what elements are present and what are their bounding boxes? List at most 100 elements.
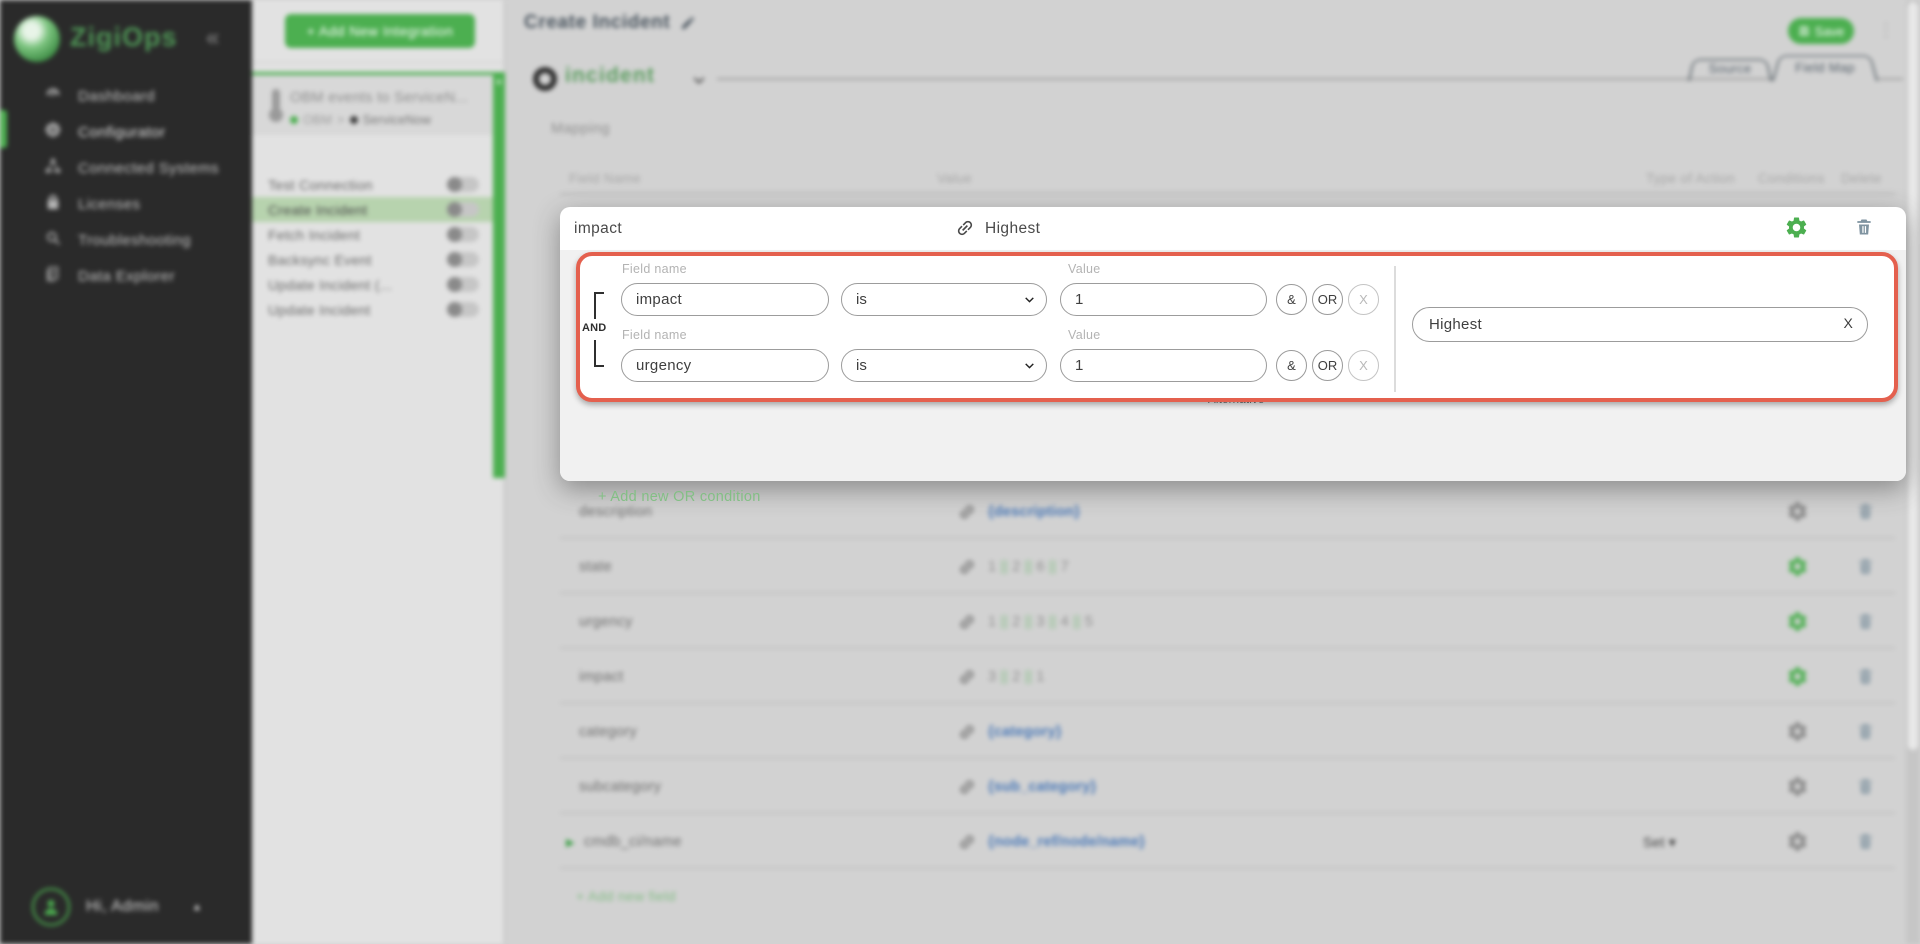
conditions-gear-icon[interactable]	[1786, 775, 1809, 798]
action-label: Fetch Incident	[268, 227, 360, 243]
action-item-test-connection[interactable]: Test Connection	[252, 172, 493, 197]
logo-text: ZigiOps	[70, 22, 178, 53]
licenses-icon	[44, 193, 62, 215]
caret-up-icon[interactable]: ▲	[192, 902, 202, 913]
action-label: Create Incident	[268, 202, 367, 218]
and-condition-button[interactable]: &	[1276, 350, 1307, 381]
mapping-row-cmdb-ci-name[interactable]: ▶cmdb_ci/name{node_ref/node/name}Set ▾	[560, 820, 1895, 875]
conditions-gear-icon[interactable]	[1784, 215, 1809, 240]
add-new-integration-button[interactable]: + Add New Integration	[285, 14, 475, 48]
action-item-backsync-event[interactable]: Backsync Event	[252, 247, 493, 272]
conditions-gear-icon[interactable]	[1786, 720, 1809, 743]
link-icon	[951, 214, 979, 242]
operator-select[interactable]: is	[841, 283, 1047, 316]
tab-field-map-label[interactable]: Field Map	[1772, 60, 1878, 75]
sidebar-item-troubleshooting[interactable]: Troubleshooting	[0, 222, 252, 258]
mapping-row-subcategory[interactable]: subcategory{sub_category}	[560, 765, 1895, 820]
tab-source-label[interactable]: Source	[1688, 61, 1772, 76]
user-row[interactable]: Hi, Admin ▲	[0, 888, 252, 930]
sidebar-item-data-explorer[interactable]: Data Explorer	[0, 258, 252, 294]
condition-result-input[interactable]	[1412, 307, 1868, 342]
conditions-gear-icon[interactable]	[1786, 610, 1809, 633]
edit-pencil-icon[interactable]	[680, 15, 696, 31]
operator-select-wrap: is	[841, 283, 1047, 316]
scrollbar-thumb[interactable]	[1908, 2, 1918, 750]
link-icon	[954, 499, 979, 524]
conditions-gear-icon[interactable]	[1786, 500, 1809, 523]
clear-value-button[interactable]: X	[1843, 315, 1853, 331]
and-condition-button[interactable]: &	[1276, 284, 1307, 315]
mapping-row-urgency[interactable]: urgency1||2||3||4||5	[560, 600, 1895, 655]
integrations-panel: + Add New Integration OBM events to Serv…	[252, 0, 505, 944]
sidebar-item-label: Data Explorer	[78, 268, 175, 285]
conditions-gear-icon[interactable]	[1786, 665, 1809, 688]
expand-caret-icon[interactable]: ▶	[566, 836, 575, 849]
or-condition-button[interactable]: OR	[1312, 284, 1343, 315]
condition-value-wrap: X	[1412, 307, 1868, 342]
sidebar-item-connected-systems[interactable]: Connected Systems	[0, 150, 252, 186]
chevron-down-icon[interactable]	[691, 72, 707, 88]
action-toggle[interactable]	[447, 202, 479, 217]
conditions-gear-icon[interactable]	[1786, 830, 1809, 853]
user-greeting: Hi, Admin	[86, 898, 159, 916]
remove-condition-button[interactable]: X	[1348, 284, 1379, 315]
delete-trash-icon[interactable]	[1856, 612, 1875, 631]
action-item-create-incident[interactable]: Create Incident	[252, 197, 493, 222]
delete-trash-icon[interactable]	[1854, 217, 1874, 237]
link-icon	[954, 719, 979, 744]
delete-trash-icon[interactable]	[1856, 722, 1875, 741]
action-item-fetch-incident[interactable]: Fetch Incident	[252, 222, 493, 247]
sidebar-item-licenses[interactable]: Licenses	[0, 186, 252, 222]
link-icon	[954, 554, 979, 579]
entity-name[interactable]: incident	[565, 64, 655, 88]
type-of-action-dropdown[interactable]: Set ▾	[1643, 834, 1676, 851]
condition-field-input[interactable]	[621, 283, 829, 316]
panel-scrollbar[interactable]: +	[493, 72, 505, 478]
integration-title: OBM events to ServiceN...	[290, 90, 468, 106]
mapping-row-category[interactable]: category{category}	[560, 710, 1895, 765]
add-or-condition-link[interactable]: + Add new OR condition	[598, 489, 761, 505]
condition-field-input[interactable]	[621, 349, 829, 382]
condition-value-input[interactable]	[1060, 283, 1267, 316]
delete-trash-icon[interactable]	[1856, 557, 1875, 576]
action-toggle[interactable]	[447, 277, 479, 292]
link-icon	[954, 609, 979, 634]
delete-trash-icon[interactable]	[1856, 502, 1875, 521]
action-item-update-incident[interactable]: Update Incident	[252, 297, 493, 322]
action-toggle[interactable]	[447, 227, 479, 242]
sidebar: ZigiOps « DashboardConfiguratorConnected…	[0, 0, 252, 944]
collapse-sidebar-icon[interactable]: «	[206, 24, 220, 52]
delete-trash-icon[interactable]	[1856, 777, 1875, 796]
mapping-row-impact[interactable]: impact3||2||1	[560, 655, 1895, 710]
mapping-row-state[interactable]: state1||2||6||7	[560, 545, 1895, 600]
delete-trash-icon[interactable]	[1856, 832, 1875, 851]
action-toggle[interactable]	[447, 302, 479, 317]
value-label: Value	[1068, 328, 1101, 342]
add-new-field-link[interactable]: + Add new field	[576, 888, 676, 904]
scrollbar-track[interactable]	[1906, 0, 1920, 944]
operator-select[interactable]: is	[841, 349, 1047, 382]
condition-value-input[interactable]	[1060, 349, 1267, 382]
or-condition-button[interactable]: OR	[1312, 350, 1343, 381]
action-toggle[interactable]	[447, 177, 479, 192]
source-system: OBM	[303, 113, 332, 127]
remove-condition-button[interactable]: X	[1348, 350, 1379, 381]
save-button[interactable]: Save	[1788, 18, 1854, 44]
sidebar-item-label: Troubleshooting	[78, 232, 191, 249]
sidebar-nav: DashboardConfiguratorConnected SystemsLi…	[0, 78, 252, 294]
sidebar-item-dashboard[interactable]: Dashboard	[0, 78, 252, 114]
more-options-icon[interactable]: ⋮	[1877, 20, 1895, 41]
sidebar-item-configurator[interactable]: Configurator	[0, 114, 252, 150]
connected-systems-icon	[44, 157, 62, 179]
conditions-editor-panel: impact Highest Alternative AND Field nam…	[560, 207, 1906, 481]
arrow-separator: >	[337, 113, 345, 127]
action-label: Update Incident (...	[268, 277, 392, 293]
action-toggle[interactable]	[447, 252, 479, 267]
integration-card[interactable]: OBM events to ServiceN... OBM > ServiceN…	[252, 72, 493, 135]
delete-trash-icon[interactable]	[1856, 667, 1875, 686]
col-header-delete: Delete	[1841, 171, 1882, 186]
link-icon	[954, 774, 979, 799]
plus-icon: +	[495, 74, 503, 89]
conditions-gear-icon[interactable]	[1786, 555, 1809, 578]
action-item-update-incident[interactable]: Update Incident (...	[252, 272, 493, 297]
